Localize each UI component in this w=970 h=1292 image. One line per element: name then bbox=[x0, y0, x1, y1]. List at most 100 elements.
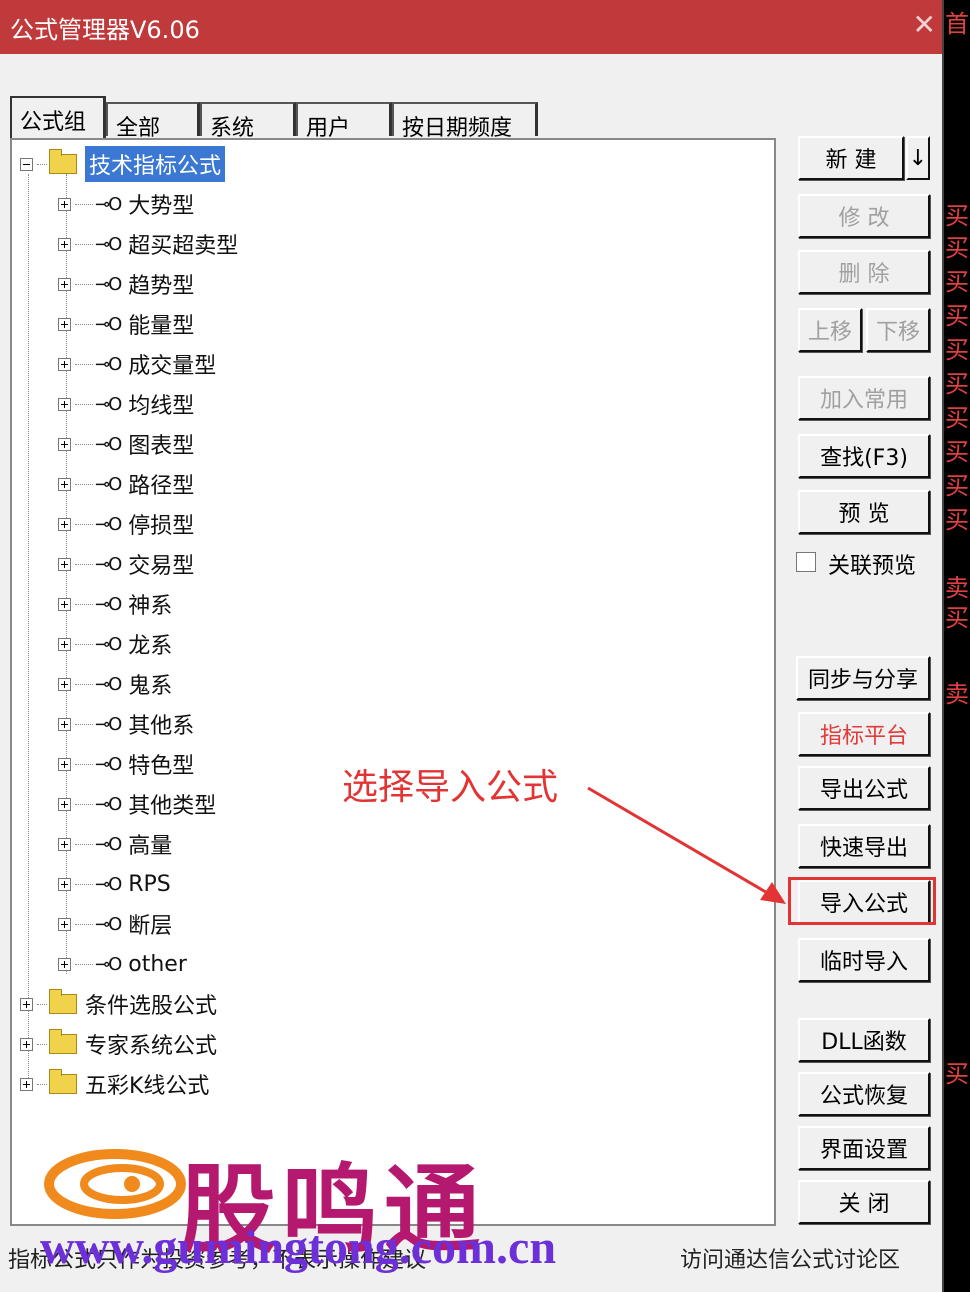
tree-node-child[interactable]: ⊸O 超买超卖型 bbox=[58, 226, 238, 262]
watermark: 股鸣通 www.gumingtong.com.cn bbox=[40, 1132, 600, 1292]
move-up-button[interactable]: 上移 bbox=[798, 308, 862, 352]
folder-icon bbox=[49, 149, 77, 174]
expand-icon[interactable] bbox=[20, 1077, 33, 1091]
side-char: 买 bbox=[945, 302, 969, 330]
watermark-logo-icon bbox=[44, 1149, 186, 1219]
expand-icon[interactable] bbox=[58, 397, 71, 411]
tree-node-child[interactable]: ⊸O 图表型 bbox=[58, 426, 194, 462]
expand-icon[interactable] bbox=[58, 557, 71, 571]
side-char: 买 bbox=[945, 506, 969, 534]
tree-node-label: 图表型 bbox=[128, 434, 195, 459]
tab-by-date[interactable]: 按日期频度 bbox=[392, 102, 538, 141]
formula-tree[interactable]: 技术指标公式 ⊸O 大势型 ⊸O 超买超卖型 ⊸O 趋势型 ⊸O 能量型 ⊸O 成交量型 ⊸O 均线型… bbox=[10, 138, 776, 1226]
tree-node-label: 高量 bbox=[128, 834, 173, 859]
expand-icon[interactable] bbox=[58, 637, 71, 651]
tab-user[interactable]: 用户 bbox=[296, 102, 392, 141]
indicator-platform-button[interactable]: 指标平台 bbox=[798, 712, 930, 756]
expand-icon[interactable] bbox=[58, 797, 71, 811]
forum-link[interactable]: 访问通达信公式讨论区 bbox=[680, 1242, 900, 1274]
expand-icon[interactable] bbox=[58, 677, 71, 691]
tree-node-child[interactable]: ⊸O 大势型 bbox=[58, 186, 194, 222]
close-icon[interactable]: ✕ bbox=[913, 8, 936, 41]
title-bar[interactable]: 公式管理器V6.06 ✕ bbox=[0, 0, 942, 54]
expand-icon[interactable] bbox=[58, 837, 71, 851]
tree-node-child[interactable]: ⊸O 神系 bbox=[58, 586, 172, 622]
key-icon: ⊸O bbox=[95, 953, 122, 975]
tree-node-child[interactable]: ⊸O 其他类型 bbox=[58, 786, 216, 822]
add-common-button[interactable]: 加入常用 bbox=[798, 376, 930, 420]
tree-node-label: RPS bbox=[128, 871, 171, 897]
sync-share-button[interactable]: 同步与分享 bbox=[796, 656, 930, 700]
side-char: 买 bbox=[945, 604, 969, 632]
linked-preview-checkbox[interactable] bbox=[796, 552, 816, 572]
tree-node-child[interactable]: ⊸O 成交量型 bbox=[58, 346, 216, 382]
key-icon: ⊸O bbox=[95, 593, 122, 615]
tree-node-root[interactable]: 技术指标公式 bbox=[20, 146, 226, 182]
tree-node-label: 特色型 bbox=[128, 754, 195, 779]
key-icon: ⊸O bbox=[95, 713, 122, 735]
key-icon: ⊸O bbox=[95, 793, 122, 815]
find-button[interactable]: 查找(F3) bbox=[798, 434, 930, 478]
new-dropdown-button[interactable]: ↓ bbox=[906, 136, 930, 180]
expand-icon[interactable] bbox=[20, 1037, 33, 1051]
expand-icon[interactable] bbox=[58, 597, 71, 611]
tree-node-child[interactable]: ⊸O 均线型 bbox=[58, 386, 194, 422]
tree-node-color-kline[interactable]: 五彩K线公式 bbox=[20, 1066, 209, 1102]
expand-icon[interactable] bbox=[58, 877, 71, 891]
expand-icon[interactable] bbox=[58, 357, 71, 371]
expand-icon[interactable] bbox=[58, 317, 71, 331]
tree-node-child[interactable]: ⊸O 能量型 bbox=[58, 306, 194, 342]
tab-all[interactable]: 全部 bbox=[106, 102, 200, 141]
dll-button[interactable]: DLL函数 bbox=[798, 1018, 930, 1062]
side-char: 买 bbox=[945, 234, 969, 262]
tree-node-stock-screening[interactable]: 条件选股公式 bbox=[20, 986, 217, 1022]
preview-button[interactable]: 预 览 bbox=[798, 490, 930, 534]
key-icon: ⊸O bbox=[95, 833, 122, 855]
export-button[interactable]: 导出公式 bbox=[798, 766, 930, 810]
expand-icon[interactable] bbox=[58, 197, 71, 211]
tree-node-label: 断层 bbox=[128, 914, 173, 939]
expand-icon[interactable] bbox=[58, 277, 71, 291]
expand-icon[interactable] bbox=[20, 997, 33, 1011]
expand-icon[interactable] bbox=[58, 757, 71, 771]
expand-icon[interactable] bbox=[58, 517, 71, 531]
tree-node-expert-system[interactable]: 专家系统公式 bbox=[20, 1026, 217, 1062]
background-chart-strip: 首买买买买买买买买买买卖买卖买 bbox=[944, 0, 970, 1292]
tab-formula-group[interactable]: 公式组 bbox=[10, 96, 106, 138]
expand-icon[interactable] bbox=[58, 477, 71, 491]
new-button[interactable]: 新 建 bbox=[798, 136, 904, 180]
tree-node-child[interactable]: ⊸O 高量 bbox=[58, 826, 172, 862]
modify-button[interactable]: 修 改 bbox=[798, 194, 930, 238]
expand-icon[interactable] bbox=[58, 437, 71, 451]
tree-node-child[interactable]: ⊸O 停损型 bbox=[58, 506, 194, 542]
side-char: 买 bbox=[945, 370, 969, 398]
tree-node-child[interactable]: ⊸O 路径型 bbox=[58, 466, 194, 502]
tree-node-label: 停损型 bbox=[128, 514, 195, 539]
tab-system[interactable]: 系统 bbox=[200, 102, 296, 141]
tree-node-child[interactable]: ⊸O other bbox=[58, 946, 187, 982]
tree-node-child[interactable]: ⊸O 龙系 bbox=[58, 626, 172, 662]
move-down-button[interactable]: 下移 bbox=[866, 308, 930, 352]
collapse-icon[interactable] bbox=[20, 157, 33, 171]
tree-node-child[interactable]: ⊸O 趋势型 bbox=[58, 266, 194, 302]
folder-icon bbox=[49, 1029, 77, 1054]
tree-node-child[interactable]: ⊸O RPS bbox=[58, 866, 171, 902]
expand-icon[interactable] bbox=[58, 917, 71, 931]
tree-node-child[interactable]: ⊸O 鬼系 bbox=[58, 666, 172, 702]
delete-button[interactable]: 删 除 bbox=[798, 250, 930, 294]
temp-import-button[interactable]: 临时导入 bbox=[798, 938, 930, 982]
close-button[interactable]: 关 闭 bbox=[798, 1180, 930, 1224]
linked-preview-label: 关联预览 bbox=[828, 554, 917, 579]
restore-button[interactable]: 公式恢复 bbox=[798, 1072, 930, 1116]
tree-node-child[interactable]: ⊸O 交易型 bbox=[58, 546, 194, 582]
tree-node-child[interactable]: ⊸O 断层 bbox=[58, 906, 172, 942]
tree-node-label: 超买超卖型 bbox=[128, 234, 239, 259]
tree-node-child[interactable]: ⊸O 其他系 bbox=[58, 706, 194, 742]
quick-export-button[interactable]: 快速导出 bbox=[798, 824, 930, 868]
ui-settings-button[interactable]: 界面设置 bbox=[798, 1126, 930, 1170]
expand-icon[interactable] bbox=[58, 237, 71, 251]
expand-icon[interactable] bbox=[58, 717, 71, 731]
folder-icon bbox=[49, 989, 77, 1014]
tree-node-child[interactable]: ⊸O 特色型 bbox=[58, 746, 194, 782]
expand-icon[interactable] bbox=[58, 957, 71, 971]
